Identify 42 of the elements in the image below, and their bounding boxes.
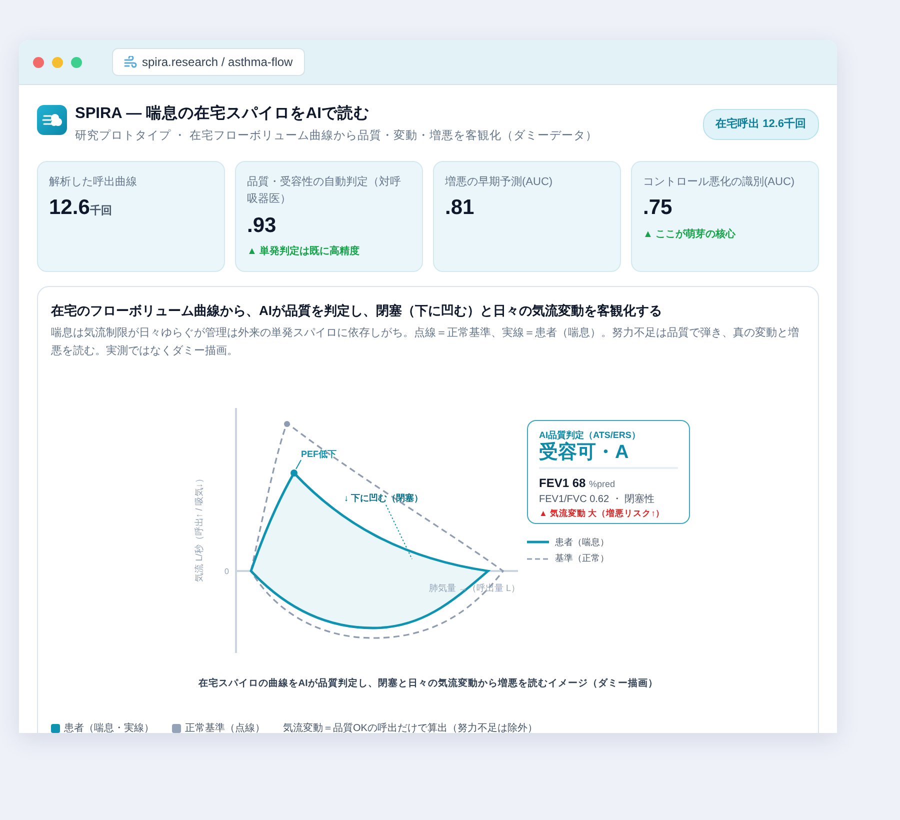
stat-label: 品質・受容性の自動判定（対呼吸器医） bbox=[247, 174, 402, 208]
pef-label: PEF低下 bbox=[301, 448, 337, 459]
verdict-heading: AI品質判定（ATS/ERS） bbox=[539, 428, 642, 442]
app-title: SPIRA — 喘息の在宅スパイロをAIで読む bbox=[75, 105, 370, 124]
risk-alert-text: ▲ 気流変動 大（増悪リスク↑） bbox=[539, 506, 666, 520]
stat-note: ▲ 単発判定は既に高精度 bbox=[247, 244, 361, 260]
stat-value: .81 bbox=[445, 195, 476, 221]
legend-label: 患者（喘息） bbox=[555, 536, 609, 549]
obstruction-label: ↓ 下に凹む（閉塞） bbox=[344, 492, 424, 503]
wind-icon bbox=[124, 56, 138, 68]
legend-line-icon bbox=[527, 540, 549, 544]
stat-value: 12.6千回 bbox=[49, 195, 113, 221]
stat-note: ▲ ここが萌芽の核心 bbox=[643, 227, 737, 242]
peak-marker bbox=[290, 469, 298, 476]
maximize-dot-icon[interactable] bbox=[71, 56, 82, 68]
count-badge: 在宅呼出 12.6千回 bbox=[702, 109, 819, 140]
fev1-value: FEV1 68 %pred bbox=[539, 474, 616, 492]
figure-caption: 在宅スパイロの曲線をAIが品質判定し、閉塞と日々の気流変動から増悪を読むイメージ（ダミー描画） bbox=[197, 676, 659, 691]
legend-label: 患者（喘息・実線） bbox=[64, 722, 154, 733]
address-bar[interactable]: spira.research / asthma-flow bbox=[112, 48, 305, 76]
peak-marker bbox=[284, 420, 290, 427]
stat-label: 増悪の早期予測(AUC) bbox=[445, 174, 554, 190]
panel-title: 在宅のフローボリューム曲線から、AIが品質を判定し、閉塞（下に凹む）と日々の気流変動を客観化する bbox=[51, 302, 663, 320]
leader-line bbox=[386, 504, 412, 560]
close-dot-icon[interactable] bbox=[33, 56, 44, 68]
stat-value: .75 bbox=[643, 195, 674, 221]
app-subtitle: 研究プロトタイプ ・ 在宅フローボリューム曲線から品質・変動・増悪を客観化（ダミーデータ） bbox=[75, 128, 598, 144]
fev1-fvc-ratio: FEV1/FVC 0.62 ・ 閉塞性 bbox=[539, 492, 656, 507]
y-axis-label: 気流 L/秒（呼出↑ / 吸気↓） bbox=[194, 474, 204, 582]
minimize-dot-icon[interactable] bbox=[52, 56, 63, 68]
zero-label: 0 bbox=[224, 566, 229, 576]
legend-line-icon bbox=[527, 556, 549, 561]
stat-value: .93 bbox=[247, 213, 278, 238]
stat-label: 解析した呼出曲線 bbox=[49, 174, 138, 190]
leader-line bbox=[296, 459, 302, 470]
legend-label: 正常基準（点線） bbox=[185, 722, 265, 733]
app-logo-icon bbox=[37, 105, 67, 135]
verdict-grade: 受容可・A bbox=[539, 442, 678, 469]
panel-description: 喘息は気流制限が日々ゆらぐが管理は外来の単発スパイロに依存しがち。点線＝正常基準、実線＝患者（喘息）。努力不足は品質で弾き、真の変動と増悪を読む。実測ではなくダミー描画。 bbox=[51, 326, 800, 360]
footer-note: 気流変動＝品質OKの呼出だけで算出（努力不足は除外） bbox=[283, 722, 538, 733]
legend-label: 基準（正常） bbox=[555, 552, 609, 566]
stat-label: コントロール悪化の識別(AUC) bbox=[643, 174, 796, 190]
